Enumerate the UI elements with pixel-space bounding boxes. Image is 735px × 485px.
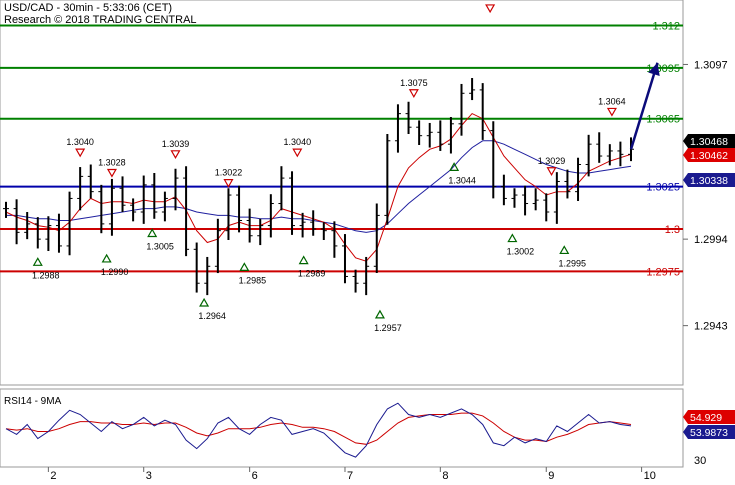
time-axis-label: 9 — [548, 470, 554, 480]
peak-label: 1.3029 — [538, 156, 566, 166]
level-label: 1.2975 — [646, 266, 680, 278]
peak-label: 1.3075 — [400, 78, 428, 88]
trough-label: 1.3044 — [448, 175, 476, 185]
time-axis-label: 2 — [50, 470, 56, 480]
badge-last-price-value: 1.30468 — [690, 136, 728, 148]
trough-label: 1.2989 — [298, 269, 326, 279]
trough-label: 1.2985 — [239, 275, 267, 285]
price-badges: 1.30468 1.30462 1.30338 — [683, 134, 735, 187]
rsi-axis-label: 30 — [694, 455, 706, 467]
badge-ma-long: 1.30338 — [683, 173, 735, 187]
badge-rsi-ma: 54.929 — [683, 410, 735, 424]
chart-title: USD/CAD - 30min - 5:33:06 (CET) — [4, 2, 172, 14]
trough-label: 1.2988 — [32, 270, 60, 280]
time-axis-label: 8 — [442, 470, 448, 480]
peak-label: 1.3039 — [162, 139, 190, 149]
price-chart: 1.3121.30951.30651.30251.31.2975 1.30401… — [0, 0, 735, 482]
price-axis-label: 1.2943 — [694, 321, 728, 333]
trough-label: 1.2964 — [198, 311, 226, 321]
peak-label: 1.3022 — [215, 168, 243, 178]
badge-ma-short-value: 1.30462 — [690, 150, 728, 162]
rsi-title: RSI14 - 9MA — [4, 396, 62, 407]
badge-ma-long-value: 1.30338 — [690, 175, 728, 187]
level-label: 1.312 — [652, 20, 680, 32]
peak-label: 1.3028 — [98, 157, 126, 167]
time-axis-label: 10 — [644, 470, 656, 480]
trough-label: 1.2957 — [374, 323, 402, 333]
trough-label: 1.3002 — [507, 247, 535, 257]
level-label: 1.3065 — [646, 114, 680, 126]
badge-last-price: 1.30468 — [683, 134, 735, 148]
level-label: 1.3025 — [646, 182, 680, 194]
chart-window: 1.312 1.3095 1.3065 1.3025 1.3 1.2975 1.3040 1… — [0, 0, 735, 482]
trough-label: 1.2990 — [101, 267, 129, 277]
peak-label: 1.3040 — [284, 137, 312, 147]
time-axis-label: 3 — [146, 470, 152, 480]
time-axis-label: 7 — [347, 470, 353, 480]
price-axis-label: 1.2994 — [694, 234, 728, 246]
copyright-text: Research © 2018 TRADING CENTRAL — [4, 14, 197, 26]
peak-label: 1.3040 — [66, 137, 94, 147]
badge-rsi: 53.9873 — [683, 425, 735, 439]
trough-label: 1.3005 — [146, 241, 174, 251]
price-axis-label: 1.3097 — [694, 59, 728, 71]
badge-rsi-value: 53.9873 — [690, 427, 728, 439]
badge-rsi-ma-value: 54.929 — [690, 412, 722, 424]
chart-background — [0, 0, 735, 480]
trough-label: 1.2995 — [558, 258, 586, 268]
peak-label: 1.3064 — [598, 96, 626, 106]
badge-ma-short: 1.30462 — [683, 148, 735, 162]
level-label: 1.3 — [665, 224, 680, 236]
time-axis-label: 6 — [252, 470, 258, 480]
